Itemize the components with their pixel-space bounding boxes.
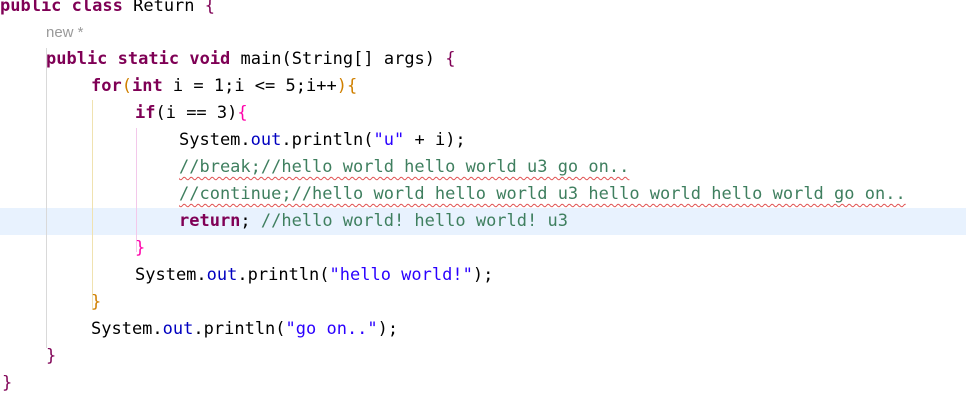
parameters: (String[] args): [281, 49, 436, 69]
code-line-4: for(int i = 1;i <= 5;i++){: [91, 73, 357, 100]
code-line-6: System.out.println("u" + i);: [179, 127, 466, 154]
code-line-7: //break;//hello world hello world u3 go …: [179, 154, 629, 181]
semicolon: ;: [240, 211, 261, 231]
class-name: Return: [133, 0, 195, 16]
indent-guide: [92, 100, 93, 310]
keyword: if: [135, 103, 156, 123]
dot: .: [237, 265, 248, 285]
string-literal: "u": [373, 130, 405, 150]
code-line-1: public class Return {: [0, 0, 215, 20]
dot: .: [281, 130, 292, 150]
method-call: println(: [247, 265, 330, 285]
keyword: class: [71, 0, 123, 16]
author-hint[interactable]: new *: [46, 24, 84, 41]
brace: }: [46, 346, 57, 366]
field-ref: out: [162, 319, 194, 339]
indent-guide: [46, 48, 47, 348]
indent-guide: [136, 128, 137, 252]
if-condition: (i == 3): [155, 103, 238, 123]
code-line-15: }: [2, 370, 12, 397]
code-line-12: }: [91, 289, 101, 316]
code-line-11: System.out.println("hello world!");: [135, 262, 493, 289]
call-rest: + i);: [404, 130, 466, 150]
method-call: println(: [203, 319, 286, 339]
code-editor[interactable]: public class Return { new * public stati…: [0, 0, 966, 402]
dot: .: [193, 319, 204, 339]
class-ref: System: [91, 319, 153, 339]
code-line-10: }: [135, 235, 145, 262]
method-call: println(: [291, 130, 374, 150]
class-ref: System: [135, 265, 197, 285]
code-line-5: if(i == 3){: [135, 100, 248, 127]
dot: .: [240, 130, 251, 150]
code-line-3: public static void main(String[] args) {: [46, 46, 456, 73]
paren: (: [121, 76, 132, 96]
comment: //continue;//hello world hello world u3 …: [179, 184, 906, 204]
code-vision-hint[interactable]: new *: [46, 19, 84, 46]
keyword: for: [91, 76, 122, 96]
string-literal: "go on..": [285, 319, 378, 339]
code-line-14: }: [46, 343, 56, 370]
dot: .: [196, 265, 207, 285]
brace: {: [237, 103, 248, 123]
keyword: int: [131, 76, 163, 96]
call-rest: );: [377, 319, 399, 339]
call-rest: );: [472, 265, 494, 285]
brace: {: [445, 49, 456, 69]
code-line-13: System.out.println("go on..");: [91, 316, 398, 343]
dot: .: [152, 319, 163, 339]
code-line-8: //continue;//hello world hello world u3 …: [179, 181, 906, 208]
brace: {: [204, 0, 216, 16]
comment: //break;//hello world hello world u3 go …: [179, 157, 630, 177]
field-ref: out: [250, 130, 282, 150]
keyword: public: [0, 0, 62, 16]
keyword: public: [46, 49, 108, 69]
paren: ): [336, 76, 347, 96]
brace: }: [2, 373, 13, 393]
for-expression: i = 1;i <= 5;i++: [162, 76, 337, 96]
code-line-9: return; //hello world! hello world! u3: [179, 208, 568, 235]
keyword: void: [189, 49, 231, 69]
brace: }: [135, 238, 146, 258]
field-ref: out: [206, 265, 238, 285]
brace: {: [346, 76, 358, 96]
brace: }: [91, 292, 102, 312]
comment: //hello world! hello world! u3: [260, 211, 568, 231]
method-name: main: [240, 49, 282, 69]
keyword: return: [179, 211, 241, 231]
keyword: static: [117, 49, 180, 69]
string-literal: "hello world!": [329, 265, 473, 285]
class-ref: System: [179, 130, 241, 150]
